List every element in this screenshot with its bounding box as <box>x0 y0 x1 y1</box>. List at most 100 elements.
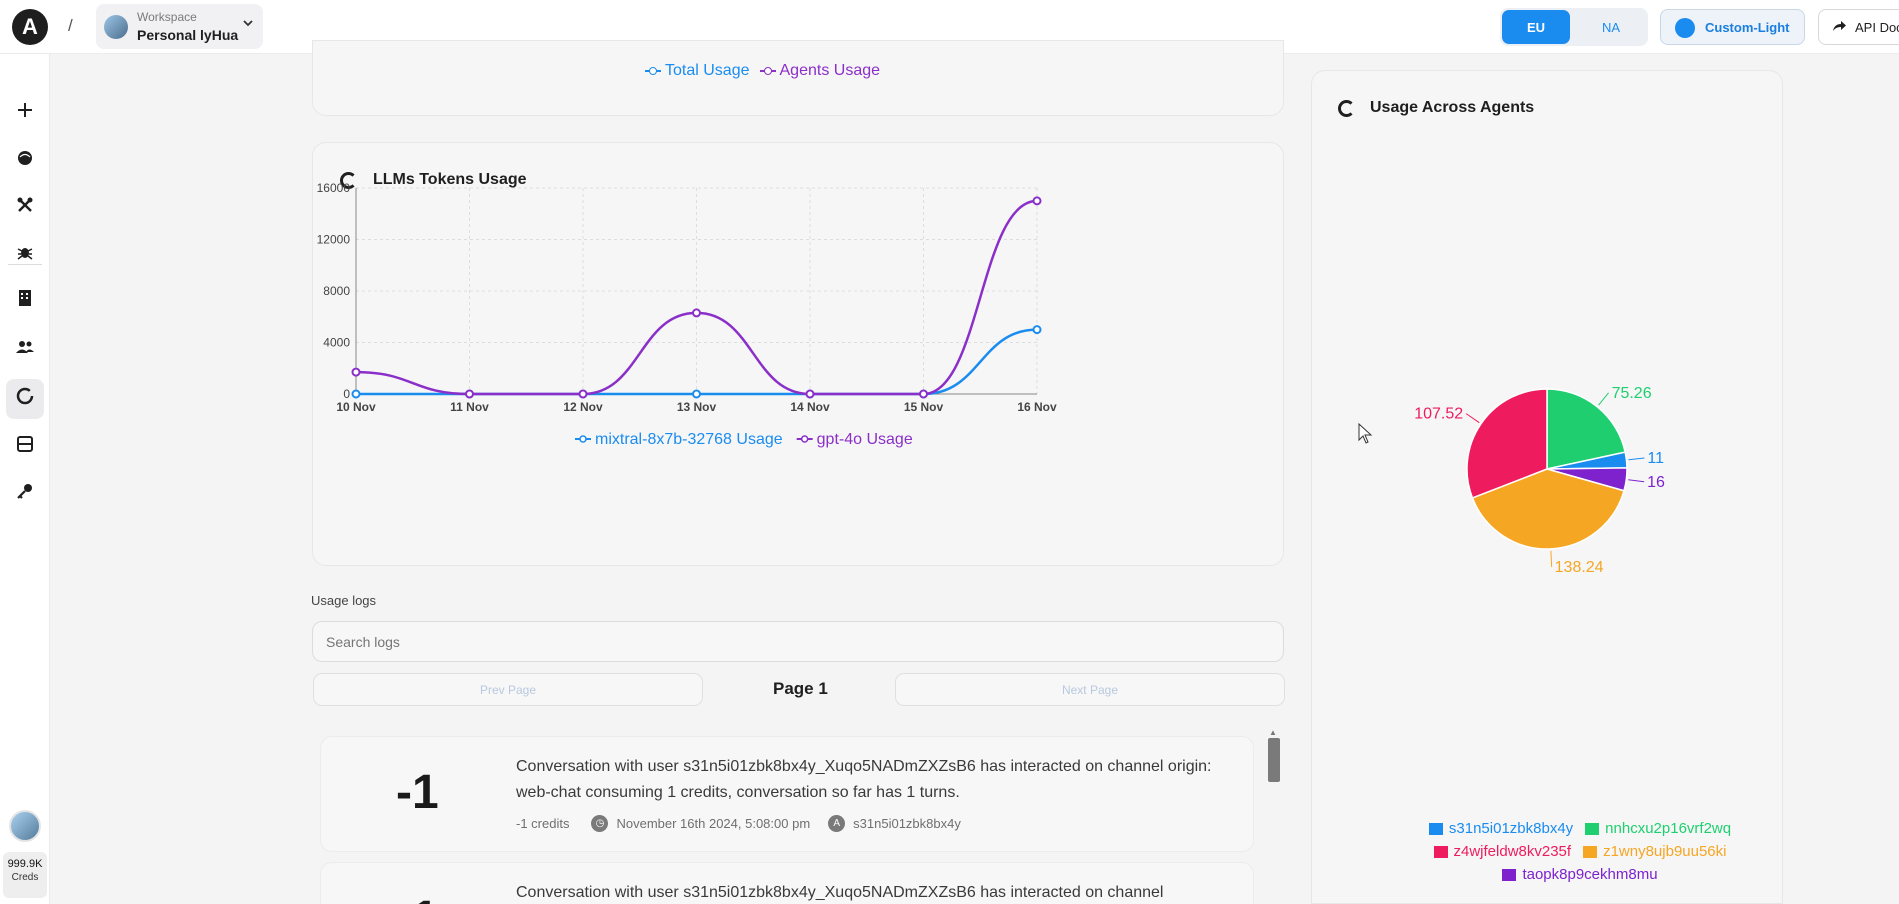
sidebar: 999.9K Creds <box>0 54 50 904</box>
search-logs-input[interactable] <box>312 621 1284 662</box>
pie-label-leader <box>1628 479 1645 483</box>
legend-line-marker <box>759 67 776 75</box>
agent-icon[interactable] <box>0 142 50 180</box>
agents-card-title: Usage Across Agents <box>1370 99 1535 116</box>
pie-label-leader <box>1598 392 1609 406</box>
legend-label: z4wjfeldw8kv235f <box>1453 843 1572 860</box>
logs-scrollbar[interactable]: ▲ <box>1266 728 1280 904</box>
legend-swatch <box>1433 845 1448 858</box>
tools-icon[interactable] <box>0 189 50 227</box>
pie-slice-label: 16 <box>1647 474 1665 491</box>
legend-label: nnhcxu2p16vrf2wq <box>1605 820 1732 837</box>
log-entry: -1 Conversation with user s31n5i01zbk8bx… <box>320 736 1254 852</box>
usage-chart-legend: Total Usage Agents Usage <box>645 62 880 80</box>
agents-usage-pie-chart: 75.26 11 16 138.24 107.52 <box>1414 385 1665 576</box>
log-meta: -1 credits ◷ November 16th 2024, 5:08:00… <box>516 815 961 832</box>
log-entry: -1 Conversation with user s31n5i01zbk8bx… <box>320 862 1254 904</box>
pie-label-leader <box>1628 457 1645 461</box>
breadcrumb-separator: / <box>68 16 73 35</box>
app-logo[interactable]: A <box>12 9 48 45</box>
legend-swatch <box>1428 822 1443 835</box>
data-point <box>578 389 588 399</box>
clock-icon: ◷ <box>591 815 609 832</box>
theme-dot-icon <box>1675 18 1695 38</box>
y-tick-label: 4000 <box>323 336 350 350</box>
page-indicator: Page 1 <box>773 679 828 698</box>
log-date: November 16th 2024, 5:08:00 pm <box>616 816 811 831</box>
layout-icon[interactable] <box>0 428 50 466</box>
scroll-up-arrow-icon[interactable]: ▲ <box>1269 728 1277 737</box>
legend-label: Total Usage <box>665 62 750 79</box>
legend-agents-usage[interactable]: Agents Usage <box>759 62 880 80</box>
llm-tokens-card: LLMs Tokens Usage 0 4000 8000 12000 16000 10 … <box>312 142 1284 566</box>
user-avatar[interactable] <box>9 810 41 842</box>
log-amount: -1 <box>396 766 439 819</box>
pie-legend-item[interactable]: z1wny8ujb9uu56ki <box>1583 843 1726 860</box>
legend-total-usage[interactable]: Total Usage <box>645 62 750 80</box>
data-point <box>919 389 928 399</box>
scrollbar-thumb[interactable] <box>1268 738 1280 782</box>
building-icon[interactable] <box>0 282 50 320</box>
pie-label-leader <box>1465 413 1480 424</box>
plus-icon[interactable] <box>0 94 50 132</box>
log-agent: s31n5i01zbk8bx4y <box>853 816 961 831</box>
theme-label: Custom-Light <box>1705 20 1790 35</box>
prev-page-button[interactable]: Prev Page <box>313 673 703 706</box>
x-tick-label: 12 Nov <box>563 400 603 414</box>
data-point <box>692 308 701 318</box>
mouse-cursor-icon <box>1358 423 1373 444</box>
pie-legend-item[interactable]: s31n5i01zbk8bx4y <box>1428 820 1574 837</box>
region-na-button[interactable]: NA <box>1578 10 1644 44</box>
key-icon[interactable] <box>0 475 50 513</box>
usage-icon[interactable] <box>0 379 50 419</box>
pie-slice-label: 107.52 <box>1414 406 1463 423</box>
x-tick-label: 16 Nov <box>1017 400 1057 414</box>
pie-slice-label: 11 <box>1647 450 1664 467</box>
pie-legend-item[interactable]: nnhcxu2p16vrf2wq <box>1585 820 1731 837</box>
log-description: Conversation with user s31n5i01zbk8bx4y_… <box>516 884 1164 901</box>
legend-swatch <box>1502 868 1517 881</box>
api-docs-label: API Doc <box>1855 20 1899 35</box>
data-point <box>351 389 361 399</box>
log-amount: -1 <box>396 891 439 904</box>
workspace-name: Personal lyHua <box>137 27 239 43</box>
log-credits: -1 credits <box>516 816 570 831</box>
next-page-button[interactable]: Next Page <box>895 673 1285 706</box>
data-point <box>1032 196 1042 206</box>
llm-tokens-line-chart: 0 4000 8000 12000 16000 10 Nov 11 Nov 12 Nov 13 … <box>317 183 1057 448</box>
x-tick-label: 13 Nov <box>677 400 717 414</box>
data-point <box>805 389 815 399</box>
region-eu-button[interactable]: EU <box>1502 10 1570 44</box>
users-icon[interactable] <box>0 331 50 369</box>
usage-logs-label: Usage logs <box>311 593 377 608</box>
theme-button[interactable]: Custom-Light <box>1660 9 1805 45</box>
data-point <box>351 367 361 377</box>
legend-point-marker <box>800 435 809 443</box>
pie-legend-item[interactable]: taopk8p9cekhm8mu <box>1502 866 1658 883</box>
credits-badge[interactable]: 999.9K Creds <box>3 852 47 898</box>
usage-chart-card: Total Usage Agents Usage <box>312 40 1284 116</box>
y-tick-label: 12000 <box>317 233 351 247</box>
legend-label: taopk8p9cekhm8mu <box>1522 866 1658 883</box>
region-toggle: EU NA <box>1500 8 1648 46</box>
y-tick-label: 8000 <box>323 284 350 298</box>
x-tick-label: 11 Nov <box>450 400 489 414</box>
credits-label: Creds <box>11 872 39 883</box>
share-arrow-icon <box>1831 18 1847 39</box>
pie-slice-label: 75.26 <box>1612 385 1652 402</box>
y-tick-label: 16000 <box>317 183 351 195</box>
legend-swatch <box>1585 822 1600 835</box>
log-description: Conversation with user s31n5i01zbk8bx4y_… <box>516 758 1212 801</box>
legend-label: gpt-4o Usage <box>817 431 913 448</box>
bug-icon[interactable] <box>0 236 50 274</box>
api-docs-button[interactable]: API Doc <box>1818 9 1899 45</box>
legend-point-marker <box>579 435 587 443</box>
x-tick-label: 15 Nov <box>904 400 944 414</box>
legend-line-marker <box>645 67 661 75</box>
x-tick-label: 14 Nov <box>790 400 830 414</box>
legend-label: s31n5i01zbk8bx4y <box>1448 820 1574 837</box>
workspace-switcher[interactable]: Workspace Personal lyHua <box>96 4 263 49</box>
data-point <box>692 389 701 399</box>
pie-legend-item[interactable]: z4wjfeldw8kv235f <box>1433 843 1572 860</box>
pie-legend: s31n5i01zbk8bx4y nnhcxu2p16vrf2wq z4wjfe… <box>1370 820 1790 889</box>
